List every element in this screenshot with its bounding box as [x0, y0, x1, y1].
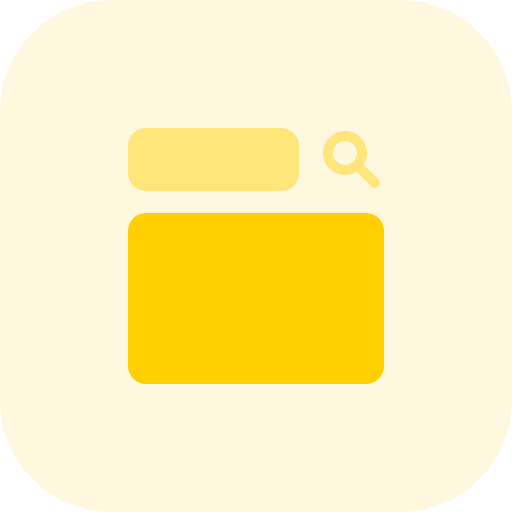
search-icon [323, 131, 380, 188]
browser-search-icon [0, 0, 512, 512]
content-panel-shape [128, 213, 384, 384]
search-bar-shape [128, 128, 299, 191]
